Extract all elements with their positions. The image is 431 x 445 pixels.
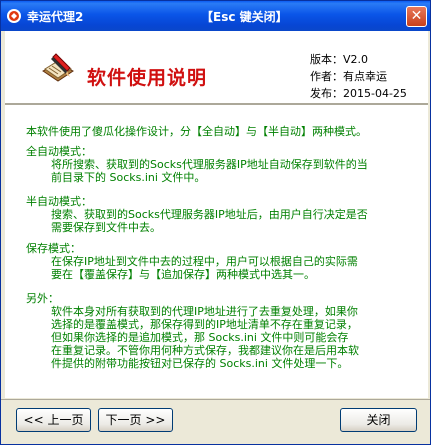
other-line: 在重复记录。不管你用何种方式保存，我都建议你在是后用本软 (51, 344, 359, 357)
save-mode-line: 要在【覆盖保存】与【追加保存】两种模式中选其一。 (51, 268, 315, 281)
release-date-label: 发布：2015-04-25 (310, 87, 407, 100)
help-dialog: 幸运代理2 【Esc 键关闭】 ✕ 软件使用说明 版本：V2.0 作者：有点幸运… (0, 0, 431, 445)
other-line: 但如果你选择的是追加模式，那 Socks.ini 文件中则可能会存 (51, 331, 349, 344)
semi-mode-line: 需要保存到文件中去。 (51, 221, 161, 234)
header-title: 软件使用说明 (87, 67, 208, 89)
semi-mode-heading: 半自动模式： (26, 195, 92, 208)
other-heading: 另外： (26, 292, 59, 305)
auto-mode-line: 前目录下的 Socks.ini 文件中。 (51, 171, 206, 184)
other-line: 软件本身对所有获取到的代理IP地址进行了去重复处理，如果你 (51, 305, 358, 318)
auto-mode-line: 将所搜索、获取到的Socks代理服务器IP地址自动保存到软件的当 (51, 158, 368, 171)
help-text-area[interactable]: 本软件使用了傻瓜化操作设计，分【全自动】与【半自动】两种模式。 全自动模式： 将… (5, 104, 428, 398)
button-bar-divider (1, 399, 430, 400)
intro-text: 本软件使用了傻瓜化操作设计，分【全自动】与【半自动】两种模式。 (26, 125, 367, 138)
save-mode-line: 在保存IP地址到文件中去的过程中，用户可以根据自己的实际需 (51, 255, 358, 268)
document-pen-icon (42, 53, 74, 82)
other-line: 选择的是覆盖模式，那保存得到的IP地址清单不存在重复记录， (51, 318, 358, 331)
save-mode-heading: 保存模式： (26, 242, 81, 255)
title-bar[interactable]: 幸运代理2 【Esc 键关闭】 ✕ (1, 1, 430, 31)
app-icon (7, 9, 21, 23)
next-page-button[interactable]: 下一页 >> (98, 408, 173, 432)
esc-hint: 【Esc 键关闭】 (201, 10, 288, 24)
window-title: 幸运代理2 (27, 10, 84, 24)
semi-mode-line: 搜索、获取到的Socks代理服务器IP地址后，由用户自行决定是否 (51, 208, 368, 221)
version-label: 版本：V2.0 (310, 53, 369, 66)
close-window-button[interactable]: ✕ (406, 6, 427, 27)
close-button[interactable]: 关闭 (340, 408, 417, 432)
other-line: 件提供的附带功能按钮对已保存的 Socks.ini 文件处理一下。 (51, 357, 349, 370)
prev-page-button[interactable]: << 上一页 (16, 408, 91, 432)
auto-mode-heading: 全自动模式： (26, 145, 92, 158)
author-label: 作者：有点幸运 (310, 70, 387, 83)
dialog-header: 软件使用说明 版本：V2.0 作者：有点幸运 发布：2015-04-25 (5, 31, 428, 104)
